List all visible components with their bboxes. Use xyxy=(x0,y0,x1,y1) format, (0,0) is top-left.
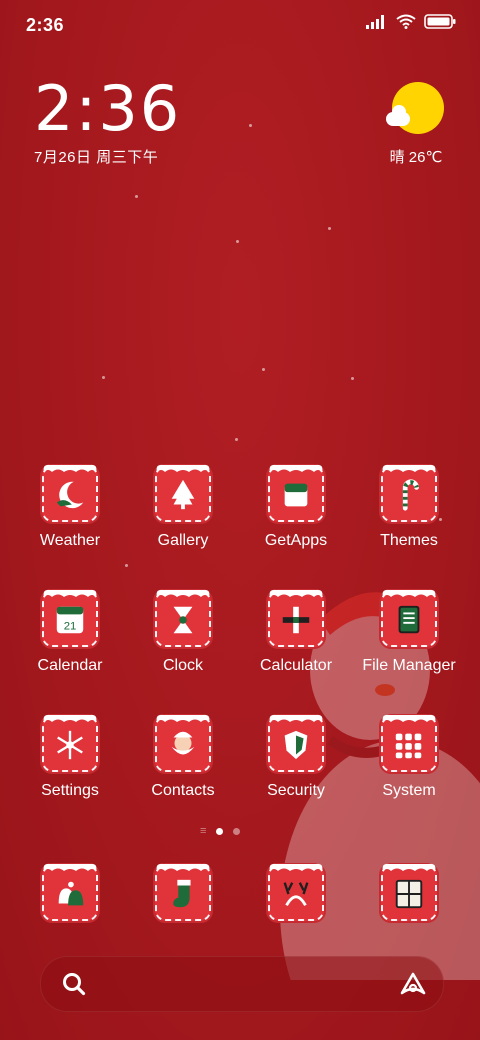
candy-cane-icon xyxy=(402,479,419,511)
app-icon[interactable] xyxy=(153,863,213,923)
store-icon xyxy=(284,483,308,507)
page-indicator: ≡ xyxy=(200,825,241,837)
app-icon[interactable] xyxy=(266,589,326,649)
assistant-icon[interactable] xyxy=(399,971,427,997)
app-icon[interactable] xyxy=(153,464,213,524)
dock-app-0[interactable] xyxy=(15,863,125,923)
app-icon[interactable] xyxy=(153,714,213,774)
app-icon[interactable] xyxy=(153,589,213,649)
battery-icon xyxy=(424,14,456,29)
status-time: 2:36 xyxy=(26,15,65,35)
app-label: Contacts xyxy=(151,782,215,799)
search-bar[interactable] xyxy=(40,956,444,1012)
app-icon[interactable] xyxy=(40,714,100,774)
page-dot-active[interactable] xyxy=(216,828,224,835)
wifi-icon xyxy=(396,14,416,29)
app-label: Weather xyxy=(39,532,101,549)
app-label: System xyxy=(382,782,436,799)
santa-icon xyxy=(171,731,195,755)
app-icon[interactable] xyxy=(379,863,439,923)
app-calendar[interactable]: 21 Calendar xyxy=(15,589,125,675)
page-dot[interactable] xyxy=(233,828,241,835)
svg-text:21: 21 xyxy=(64,620,77,632)
dock-app-2[interactable] xyxy=(241,863,351,923)
status-bar: 2:36 xyxy=(0,0,480,50)
app-label: Calculator xyxy=(259,657,333,674)
bells-icon xyxy=(58,881,84,906)
calendar-icon: 21 xyxy=(56,606,84,634)
app-label: Security xyxy=(267,782,325,799)
app-label: Settings xyxy=(41,782,99,799)
app-icon[interactable] xyxy=(379,464,439,524)
app-getapps[interactable]: GetApps xyxy=(241,464,351,550)
clock-time: 2:36 xyxy=(34,72,182,145)
app-label: File Manager xyxy=(362,657,456,674)
folder-grid-icon xyxy=(395,733,422,759)
app-label: Clock xyxy=(162,657,203,674)
app-label: Gallery xyxy=(157,532,209,549)
tree-icon xyxy=(171,479,195,510)
stocking-icon xyxy=(173,879,191,908)
dock-app-1[interactable] xyxy=(128,863,238,923)
moon-icon xyxy=(56,481,84,509)
page-menu-icon: ≡ xyxy=(200,825,207,837)
app-clock[interactable]: Clock xyxy=(128,589,238,675)
app-icon[interactable] xyxy=(40,863,100,923)
app-icon[interactable] xyxy=(379,714,439,774)
app-system[interactable]: System xyxy=(354,714,464,800)
app-calculator[interactable]: Calculator xyxy=(241,589,351,675)
app-icon[interactable] xyxy=(266,863,326,923)
app-themes[interactable]: Themes xyxy=(354,464,464,550)
notebook-icon xyxy=(398,605,420,634)
app-file-manager[interactable]: File Manager xyxy=(354,589,464,675)
app-label: GetApps xyxy=(264,532,328,549)
app-icon[interactable]: 21 xyxy=(40,589,100,649)
shield-icon xyxy=(284,730,308,760)
app-security[interactable]: Security xyxy=(241,714,351,800)
weather-text: 晴 26℃ xyxy=(389,149,443,166)
hourglass-icon xyxy=(173,606,193,634)
app-label: Calendar xyxy=(37,657,103,674)
app-label: Themes xyxy=(380,532,438,549)
snowflake-icon xyxy=(57,730,83,760)
dock-app-3[interactable] xyxy=(354,863,464,923)
antlers-icon xyxy=(283,882,309,907)
window-icon xyxy=(395,879,423,909)
app-icon[interactable] xyxy=(266,464,326,524)
app-icon[interactable] xyxy=(40,464,100,524)
plus-icon xyxy=(282,606,310,634)
clock-widget[interactable]: 2:36 7月26日 周三下午 xyxy=(34,78,181,167)
app-icon[interactable] xyxy=(266,714,326,774)
app-settings[interactable]: Settings xyxy=(15,714,125,800)
app-weather[interactable]: Weather xyxy=(15,464,125,550)
app-contacts[interactable]: Contacts xyxy=(128,714,238,800)
app-icon[interactable] xyxy=(379,589,439,649)
search-icon[interactable] xyxy=(61,971,87,997)
signal-icon xyxy=(366,14,384,29)
clock-date: 7月26日 周三下午 xyxy=(34,149,159,166)
app-gallery[interactable]: Gallery xyxy=(128,464,238,550)
